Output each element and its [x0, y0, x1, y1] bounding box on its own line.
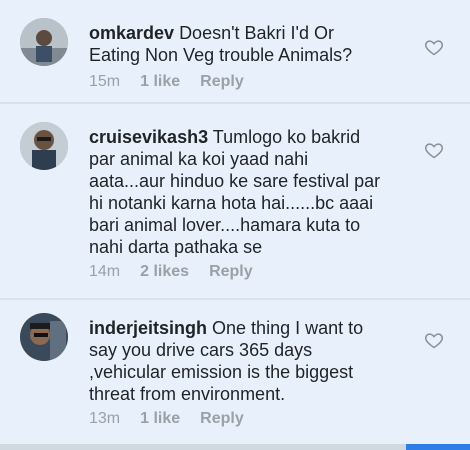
likes-count[interactable]: 1 like [140, 73, 180, 91]
divider [0, 102, 470, 104]
comment-meta: 13m 1 like Reply [89, 410, 244, 428]
timestamp: 13m [89, 410, 121, 427]
username[interactable]: inderjeitsingh [89, 318, 207, 338]
comment-text: omkardev Doesn't Bakri I'd Or Eating Non… [89, 22, 389, 66]
reply-button[interactable]: Reply [200, 73, 244, 91]
timestamp: 14m [89, 263, 121, 280]
username[interactable]: omkardev [89, 23, 174, 43]
divider [0, 298, 470, 300]
avatar[interactable] [20, 313, 68, 361]
heart-outline-icon[interactable] [424, 330, 444, 350]
avatar[interactable] [20, 18, 68, 66]
username[interactable]: cruisevikash3 [89, 127, 208, 147]
likes-count[interactable]: 2 likes [140, 263, 189, 281]
timestamp: 15m [89, 73, 121, 90]
comment-text: cruisevikash3 Tumlogo ko bakrid par anim… [89, 126, 389, 258]
likes-count[interactable]: 1 like [140, 410, 180, 428]
bottom-bar [0, 444, 470, 450]
comment-meta: 15m 1 like Reply [89, 73, 244, 91]
comment-meta: 14m 2 likes Reply [89, 263, 253, 281]
reply-button[interactable]: Reply [200, 410, 244, 428]
accent-bar [406, 444, 470, 450]
reply-button[interactable]: Reply [209, 263, 253, 281]
comment-text: inderjeitsingh One thing I want to say y… [89, 317, 389, 405]
heart-outline-icon[interactable] [424, 37, 444, 57]
avatar[interactable] [20, 122, 68, 170]
heart-outline-icon[interactable] [424, 140, 444, 160]
